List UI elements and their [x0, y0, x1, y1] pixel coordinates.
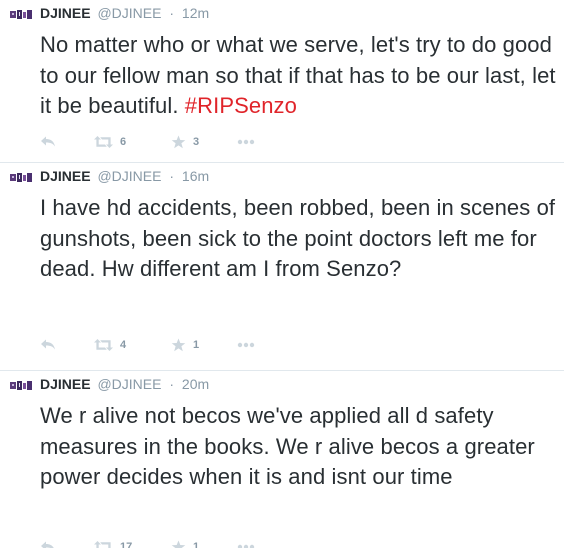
tweet-timestamp[interactable]: 16m — [182, 168, 209, 184]
retweet-count: 17 — [120, 541, 133, 548]
tweet-actions: 17 1 — [40, 537, 300, 548]
tweet[interactable]: DJINEE @DJINEE · 12m No matter who or wh… — [0, 0, 564, 163]
favorite-button[interactable]: 1 — [171, 537, 199, 548]
tweet-feed: DJINEE @DJINEE · 12m No matter who or wh… — [0, 0, 564, 548]
star-icon — [171, 135, 186, 149]
tweet-header: DJINEE @DJINEE · 20m — [40, 375, 209, 393]
tweet-header: DJINEE @DJINEE · 12m — [40, 4, 209, 22]
author-fullname[interactable]: DJINEE — [40, 168, 91, 184]
tweet[interactable]: DJINEE @DJINEE · 16m I have hd accidents… — [0, 163, 564, 371]
reply-icon — [41, 541, 54, 548]
more-options-button[interactable] — [237, 335, 255, 355]
star-icon — [171, 338, 186, 352]
separator: · — [169, 168, 175, 184]
retweet-button[interactable]: 4 — [94, 335, 126, 355]
favorite-count: 1 — [193, 339, 200, 351]
more-icon — [237, 342, 255, 348]
retweet-icon — [94, 541, 111, 548]
tweet-body: We r alive not becos we've applied all d… — [40, 403, 535, 489]
favorite-button[interactable]: 1 — [171, 335, 199, 355]
tweet-actions: 6 3 — [40, 132, 300, 152]
author-username[interactable]: @DJINEE — [97, 376, 161, 392]
avatar[interactable] — [10, 9, 32, 20]
author-fullname[interactable]: DJINEE — [40, 5, 91, 21]
tweet-header: DJINEE @DJINEE · 16m — [40, 167, 209, 185]
reply-button[interactable] — [40, 335, 56, 355]
tweet-text: We r alive not becos we've applied all d… — [40, 401, 560, 493]
tweet-text: No matter who or what we serve, let's tr… — [40, 30, 560, 122]
tweet-text: I have hd accidents, been robbed, been i… — [40, 193, 560, 285]
retweet-icon — [94, 136, 113, 148]
author-username[interactable]: @DJINEE — [97, 5, 161, 21]
retweet-button[interactable]: 17 — [94, 537, 132, 548]
retweet-count: 6 — [120, 136, 127, 148]
avatar[interactable] — [10, 172, 32, 183]
favorite-button[interactable]: 3 — [171, 132, 199, 152]
tweet-timestamp[interactable]: 20m — [182, 376, 209, 392]
author-username[interactable]: @DJINEE — [97, 168, 161, 184]
retweet-icon — [94, 339, 113, 351]
separator: · — [169, 376, 175, 392]
tweet-body: No matter who or what we serve, let's tr… — [40, 32, 556, 118]
tweet-actions: 4 1 — [40, 335, 300, 355]
reply-icon — [41, 136, 55, 147]
author-fullname[interactable]: DJINEE — [40, 376, 91, 392]
tweet-body: I have hd accidents, been robbed, been i… — [40, 195, 556, 281]
reply-button[interactable] — [40, 132, 56, 152]
reply-icon — [41, 339, 55, 350]
more-options-button[interactable] — [237, 537, 255, 548]
more-icon — [237, 139, 255, 145]
reply-button[interactable] — [40, 537, 56, 548]
more-icon — [237, 544, 255, 548]
avatar[interactable] — [10, 380, 32, 391]
hashtag-link[interactable]: #RIPSenzo — [185, 93, 297, 118]
retweet-count: 4 — [120, 339, 127, 351]
favorite-count: 3 — [193, 136, 200, 148]
tweet-timestamp[interactable]: 12m — [182, 5, 209, 21]
favorite-count: 1 — [193, 541, 200, 548]
more-options-button[interactable] — [237, 132, 255, 152]
separator: · — [169, 5, 175, 21]
tweet[interactable]: DJINEE @DJINEE · 20m We r alive not beco… — [0, 371, 564, 548]
star-icon — [171, 540, 186, 548]
retweet-button[interactable]: 6 — [94, 132, 126, 152]
